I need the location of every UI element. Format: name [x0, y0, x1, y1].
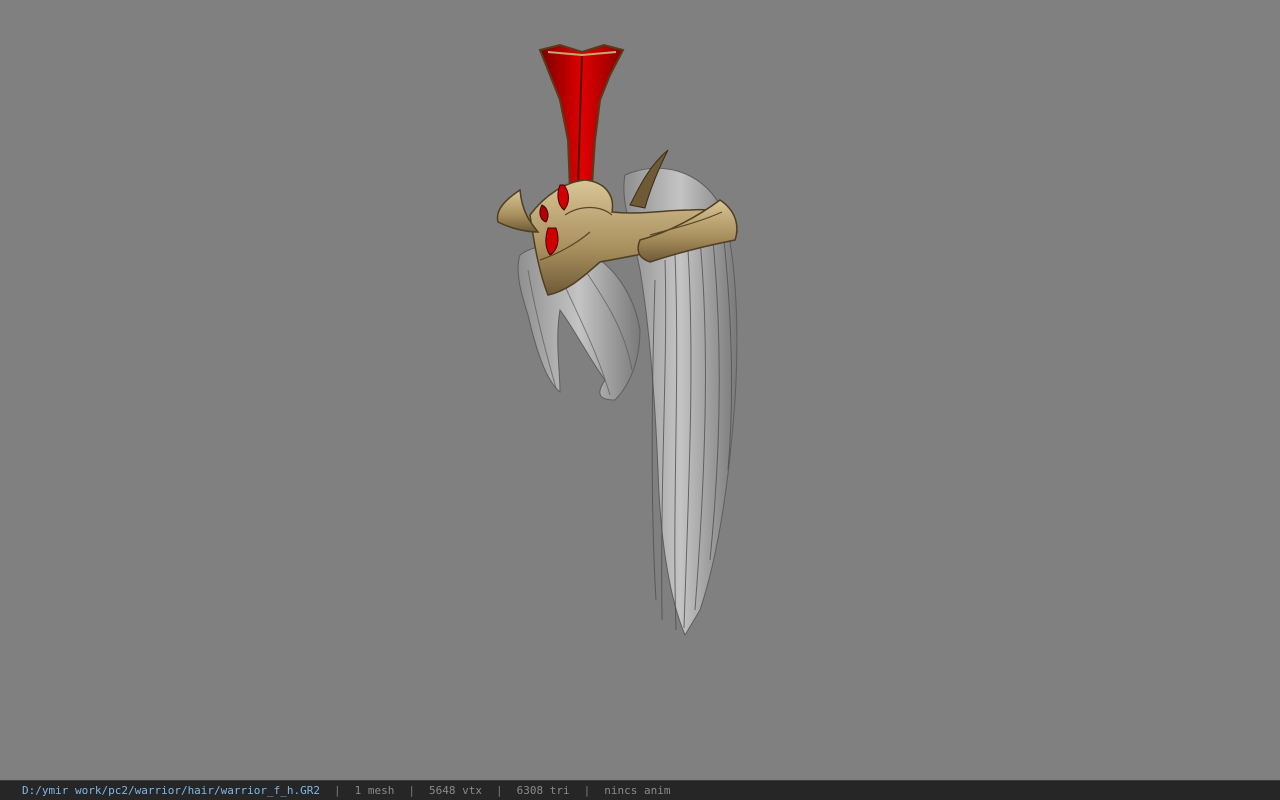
file-path: D:/ymir work/pc2/warrior/hair/warrior_f_… — [22, 784, 321, 797]
separator: | — [496, 784, 503, 797]
separator: | — [334, 784, 341, 797]
mesh-count: 1 mesh — [354, 784, 395, 797]
vertex-count: 5648 vtx — [429, 784, 482, 797]
helmet-horn-left — [496, 188, 540, 233]
anim-status: nincs anim — [604, 784, 671, 797]
separator: | — [408, 784, 416, 797]
status-bar: D:/ymir work/pc2/warrior/hair/warrior_f_… — [0, 780, 1280, 800]
separator: | — [583, 784, 591, 797]
3d-viewport[interactable] — [0, 0, 1280, 780]
hair-helmet-model — [496, 43, 738, 637]
triangle-count: 6308 tri — [516, 784, 570, 797]
